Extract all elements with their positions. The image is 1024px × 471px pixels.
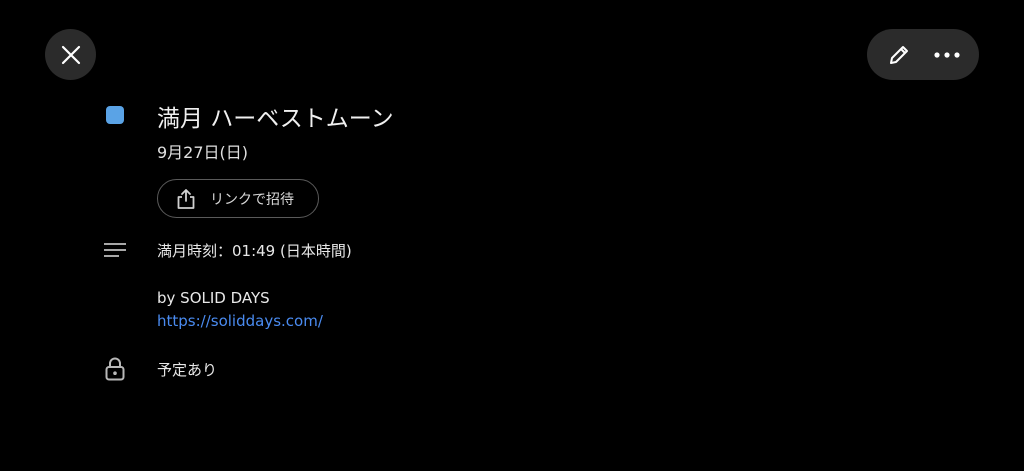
event-date: 9月27日(日): [157, 143, 249, 162]
invite-button-label: リンクで招待: [210, 191, 294, 208]
lock-icon: [105, 357, 125, 381]
action-toolbar: [867, 29, 979, 80]
close-icon: [61, 45, 80, 64]
share-icon: [177, 188, 195, 209]
close-button[interactable]: [45, 29, 96, 80]
invite-via-link-button[interactable]: リンクで招待: [157, 179, 319, 218]
description-author: by SOLID DAYS: [157, 289, 270, 307]
availability-status: 予定あり: [157, 361, 218, 379]
description-time: 満月時刻：01:49 (日本時間): [157, 242, 352, 260]
description-link[interactable]: https://soliddays.com/: [157, 312, 323, 330]
event-title: 満月 ハーベストムーン: [157, 106, 394, 132]
more-options-button[interactable]: [927, 35, 967, 75]
more-horizontal-icon: [934, 51, 960, 58]
edit-button[interactable]: [879, 35, 919, 75]
calendar-color-swatch: [106, 106, 124, 124]
pencil-icon: [890, 45, 908, 64]
description-icon: [104, 243, 126, 257]
event-detail-view: 満月 ハーベストムーン 9月27日(日) リンクで招待 満月時刻：01:49 (…: [0, 0, 1024, 471]
